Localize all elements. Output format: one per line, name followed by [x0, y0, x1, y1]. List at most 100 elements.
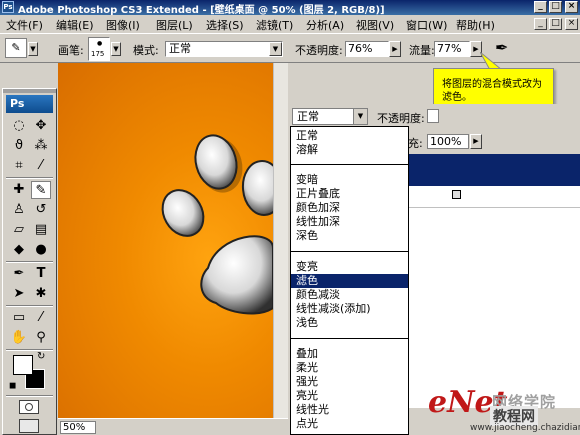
opacity-input[interactable]: 76% [345, 41, 389, 57]
fill-slider-button[interactable]: ▶ [470, 134, 482, 149]
document-canvas[interactable] [58, 63, 273, 418]
chevron-down-icon[interactable]: ▼ [28, 42, 38, 56]
toolbox-grip[interactable] [3, 89, 56, 93]
blend-option-hard-light[interactable]: 强光 [291, 375, 408, 389]
menu-image[interactable]: 图像(I) [106, 17, 140, 33]
tool-preset-picker[interactable]: ✎ [5, 38, 27, 58]
quick-mask-icon[interactable] [19, 400, 39, 414]
layer-opacity-input[interactable] [427, 109, 439, 123]
brush-preview[interactable]: ● 175 [88, 37, 110, 61]
blend-mode-value: 正常 [297, 110, 319, 123]
watermark-url: www.jiaocheng.chazidian.com [470, 423, 580, 433]
blur-tool-icon[interactable]: ◆ [9, 241, 29, 259]
brush-tool-icon[interactable]: ✎ [31, 181, 51, 199]
type-tool-icon[interactable]: T [31, 265, 51, 283]
history-brush-tool-icon[interactable]: ↺ [31, 201, 51, 219]
zoom-field[interactable]: 50% [60, 421, 96, 434]
screen-mode-icon[interactable] [19, 419, 39, 433]
path-selection-tool-icon[interactable]: ➤ [9, 285, 29, 303]
move-tool-icon[interactable]: ✥ [31, 117, 51, 135]
minimize-button[interactable]: _ [534, 1, 547, 13]
toolbox-divider [6, 261, 53, 263]
swap-colors-icon[interactable]: ↻ [37, 351, 45, 362]
foreground-color-swatch[interactable] [13, 355, 33, 375]
blend-option-lighten[interactable]: 变亮 [291, 260, 408, 274]
brush-tip-icon: ● [97, 40, 103, 47]
toolbox-divider [6, 395, 53, 397]
marquee-tool-icon[interactable]: ◌ [9, 117, 29, 135]
site-watermark: eNet 网络学院 教程网 www.jiaocheng.chazidian.co… [420, 385, 580, 435]
menu-window[interactable]: 窗口(W) [406, 17, 447, 33]
blend-mode-select[interactable]: 正常 ▼ [292, 108, 368, 125]
flow-input[interactable]: 77% [434, 41, 470, 57]
doc-restore-button[interactable]: □ [549, 18, 562, 30]
brush-size: 175 [91, 50, 105, 58]
blend-option-multiply[interactable]: 正片叠底 [291, 187, 408, 201]
blend-option-normal[interactable]: 正常 [291, 129, 408, 143]
menu-help[interactable]: 帮助(H) [456, 17, 495, 33]
photoshop-app-icon: Ps [2, 1, 14, 13]
notes-tool-icon[interactable]: ▭ [9, 309, 29, 327]
blend-option-linear-dodge[interactable]: 线性减淡(添加) [291, 302, 408, 316]
stamp-tool-icon[interactable]: ♙ [9, 201, 29, 219]
eraser-tool-icon[interactable]: ▱ [9, 221, 29, 239]
mode-select[interactable]: 正常 ▼ [165, 41, 283, 57]
mode-label: 模式: [133, 44, 159, 57]
blend-option-pin-light[interactable]: 点光 [291, 417, 408, 431]
blend-option-vivid-light[interactable]: 亮光 [291, 389, 408, 403]
blend-option-overlay[interactable]: 叠加 [291, 347, 408, 361]
hand-tool-icon[interactable]: ✋ [9, 329, 29, 347]
dodge-tool-icon[interactable]: ● [31, 241, 51, 259]
eyedropper-tool-icon[interactable]: ⁄ [31, 157, 51, 175]
layer-fill-label: 充: [408, 137, 423, 150]
layer-row[interactable] [408, 186, 580, 208]
opacity-slider-button[interactable]: ▶ [389, 41, 401, 57]
doc-close-button[interactable]: × [565, 18, 578, 30]
lock-icon [452, 190, 461, 199]
layer-fill-input[interactable]: 100% [427, 134, 469, 149]
blend-option-lighter-color[interactable]: 浅色 [291, 316, 408, 330]
menu-view[interactable]: 视图(V) [356, 17, 394, 33]
menu-file[interactable]: 文件(F) [6, 17, 43, 33]
shape-tool-icon[interactable]: ✱ [31, 285, 51, 303]
menu-analysis[interactable]: 分析(A) [306, 17, 344, 33]
blend-option-linear-burn[interactable]: 线性加深 [291, 215, 408, 229]
magic-wand-tool-icon[interactable]: ⁂ [31, 137, 51, 155]
gradient-tool-icon[interactable]: ▤ [31, 221, 51, 239]
maximize-button[interactable]: □ [549, 1, 562, 13]
status-bar: 50% [58, 418, 288, 435]
blend-option-color-burn[interactable]: 颜色加深 [291, 201, 408, 215]
flow-label: 流量: [409, 44, 435, 57]
toolbox: Ps ◌ ✥ ϑ ⁂ ⌗ ⁄ ✚ ✎ ♙ ↺ ▱ ▤ ◆ ● ✒ T ➤ ✱ ▭… [2, 88, 57, 435]
default-colors-icon[interactable]: ◼ [9, 381, 16, 391]
menu-divider [291, 338, 408, 339]
menu-layer[interactable]: 图层(L) [156, 17, 193, 33]
blend-option-screen[interactable]: 滤色 [291, 274, 408, 288]
pen-tool-icon[interactable]: ✒ [9, 265, 29, 283]
brush-dropdown-button[interactable]: ▼ [111, 42, 121, 56]
chevron-down-icon: ▼ [269, 42, 282, 56]
blend-option-linear-light[interactable]: 线性光 [291, 403, 408, 417]
blend-option-color-dodge[interactable]: 颜色减淡 [291, 288, 408, 302]
healing-brush-tool-icon[interactable]: ✚ [9, 181, 29, 199]
blend-option-dissolve[interactable]: 溶解 [291, 143, 408, 157]
blend-option-darker-color[interactable]: 深色 [291, 229, 408, 243]
blend-option-soft-light[interactable]: 柔光 [291, 361, 408, 375]
doc-minimize-button[interactable]: _ [534, 18, 547, 30]
close-button[interactable]: × [565, 1, 578, 13]
chevron-down-icon: ▼ [353, 109, 367, 124]
menu-filter[interactable]: 滤镜(T) [256, 17, 293, 33]
paw-print-artwork [161, 134, 273, 315]
menu-edit[interactable]: 编辑(E) [56, 17, 94, 33]
crop-tool-icon[interactable]: ⌗ [9, 157, 29, 175]
selected-layer-row[interactable] [408, 154, 580, 186]
blend-option-darken[interactable]: 变暗 [291, 173, 408, 187]
zoom-tool-icon[interactable]: ⚲ [31, 329, 51, 347]
toolbox-logo[interactable]: Ps [6, 95, 53, 113]
brush-label: 画笔: [58, 44, 84, 57]
eyedropper2-tool-icon[interactable]: ⁄ [31, 309, 51, 327]
vertical-scrollbar[interactable] [273, 63, 288, 418]
menu-select[interactable]: 选择(S) [206, 17, 244, 33]
lasso-tool-icon[interactable]: ϑ [9, 137, 29, 155]
layer-opacity-label: 不透明度: [377, 112, 425, 125]
